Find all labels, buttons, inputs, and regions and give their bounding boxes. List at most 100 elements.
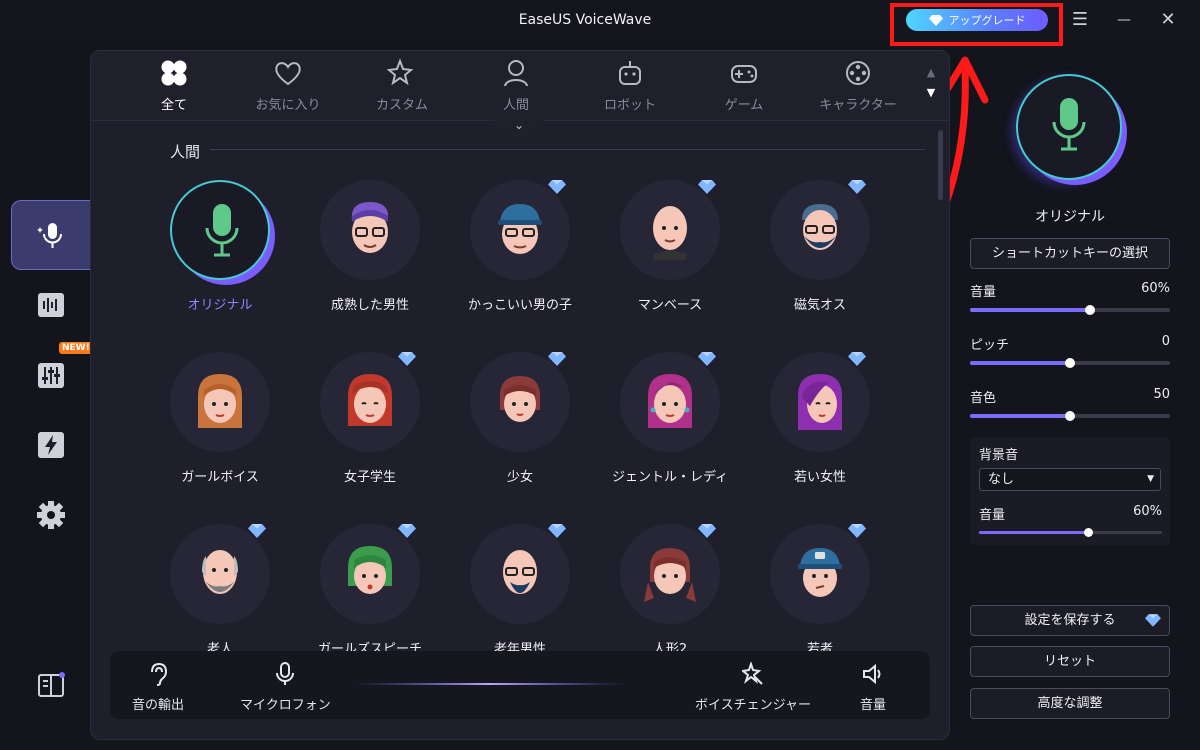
pitch-slider-thumb[interactable] [1065, 358, 1075, 368]
pitch-slider-track[interactable] [970, 358, 1170, 368]
timbre-slider-track[interactable] [970, 411, 1170, 421]
voice-avatar [320, 180, 420, 280]
voice-changer-button[interactable]: ボイスチェンジャー [695, 662, 811, 713]
premium-diamond-icon [248, 524, 266, 538]
sidebar-item-soundboard[interactable] [11, 270, 91, 340]
pitch-slider-value: 0 [1161, 334, 1170, 349]
equalizer-icon [38, 363, 64, 388]
green-hair-girl-avatar-icon [348, 546, 392, 594]
young-woman-avatar-icon [798, 374, 842, 430]
voice-card-man-bass[interactable]: マンベース [595, 180, 745, 313]
voice-card-mature-man[interactable]: 成熟した男性 [295, 180, 445, 313]
volume-slider-thumb[interactable] [1085, 305, 1095, 315]
tab-custom[interactable]: カスタム [352, 58, 452, 113]
tab-human[interactable]: 人間 [466, 58, 566, 113]
current-voice-name: オリジナル [1035, 209, 1105, 225]
voice-card-young-woman[interactable]: 若い女性 [745, 352, 895, 485]
person-icon [504, 60, 528, 87]
shortcut-key-button[interactable]: ショートカットキーの選択 [970, 238, 1170, 269]
tab-all[interactable]: 全て [124, 58, 224, 113]
heart-icon [275, 62, 301, 86]
voice-avatar [470, 352, 570, 452]
voice-list-scrollbar[interactable] [938, 130, 943, 200]
voice-card-cool-boy[interactable]: かっこいい男の子 [445, 180, 595, 313]
background-sound-select[interactable]: なし ▼ [979, 468, 1161, 491]
voice-avatar [470, 180, 570, 280]
timbre-slider-thumb[interactable] [1065, 411, 1075, 421]
menu-button[interactable]: ☰ [1066, 8, 1094, 32]
voice-card-elderly-male[interactable]: 老年男性 [445, 524, 595, 657]
voice-avatar [320, 524, 420, 624]
tab-game[interactable]: ゲーム [694, 58, 794, 113]
upgrade-button[interactable]: アップグレード [906, 9, 1048, 31]
voice-name: マンベース [637, 298, 703, 313]
sidebar-item-guide[interactable] [11, 650, 91, 720]
premium-diamond-icon [548, 524, 566, 538]
voice-card-youngster[interactable]: 若者 [745, 524, 895, 657]
tab-character[interactable]: キャラクター [808, 58, 908, 113]
tab-scroll-up-icon[interactable]: ▲ [922, 63, 940, 83]
voice-card-doll-2[interactable]: 人形2 [595, 524, 745, 657]
sparkle-mic-icon [36, 223, 62, 248]
voice-avatar [320, 352, 420, 452]
lightning-icon [38, 432, 64, 458]
voice-name: 磁気オス [793, 298, 846, 313]
old-man-avatar-icon [202, 550, 238, 594]
voice-card-magnetic-male[interactable]: 磁気オス [745, 180, 895, 313]
volume-slider-track[interactable] [970, 305, 1170, 315]
voice-name: かっこいい男の子 [467, 298, 572, 313]
save-settings-label: 設定を保存する [1024, 613, 1116, 628]
tab-scroll-down-icon[interactable]: ▼ [922, 83, 940, 103]
minimize-button[interactable]: — [1110, 8, 1138, 32]
tab-label: 人間 [502, 98, 529, 113]
tab-scroll-arrows[interactable]: ▲ ▼ [922, 63, 940, 103]
voice-avatar [620, 352, 720, 452]
audio-file-icon [38, 293, 64, 317]
sidebar-item-voice-changer[interactable] [11, 200, 91, 270]
tab-robot[interactable]: ロボット [580, 58, 680, 113]
sidebar-item-effects[interactable] [11, 410, 91, 480]
robot-icon [619, 61, 641, 85]
sidebar-item-mixer[interactable]: NEW! [11, 340, 93, 410]
volume-button[interactable]: 音量 [860, 662, 886, 713]
reset-button[interactable]: リセット [970, 646, 1170, 677]
tab-favorites[interactable]: お気に入り [238, 58, 338, 113]
star-wand-icon [387, 58, 414, 86]
voice-avatar [770, 352, 870, 452]
tab-label: お気に入り [255, 98, 321, 113]
save-settings-button[interactable]: 設定を保存する [970, 605, 1170, 636]
voice-name: 若い女性 [793, 470, 846, 485]
voice-card-girls-speech[interactable]: ガールズスピーチ [295, 524, 445, 657]
microphone-button[interactable]: マイクロフォン [240, 662, 331, 713]
sound-output-button[interactable]: 音の輸出 [132, 662, 184, 713]
voice-name: 少女 [506, 470, 533, 485]
voice-avatar [770, 180, 870, 280]
schoolgirl-avatar-icon [348, 374, 392, 426]
premium-diamond-icon [1145, 614, 1161, 627]
advanced-settings-button[interactable]: 高度な調整 [970, 688, 1170, 719]
bearded-man-avatar-icon [802, 204, 838, 250]
voice-name: ジェントル・レディ [611, 470, 729, 485]
voice-card-old-man[interactable]: 老人 [145, 524, 295, 657]
magic-wand-icon [741, 662, 763, 685]
background-volume-thumb[interactable] [1083, 528, 1093, 537]
tab-label: カスタム [375, 98, 428, 113]
timbre-slider-value: 50 [1153, 387, 1170, 402]
voice-avatar [170, 352, 270, 452]
voice-card-girl-voice[interactable]: ガールボイス [145, 352, 295, 485]
voice-card-young-girl[interactable]: 少女 [445, 352, 595, 485]
sidebar-item-settings[interactable] [11, 480, 91, 550]
close-button[interactable]: ✕ [1154, 8, 1182, 32]
new-badge: NEW! [59, 342, 93, 354]
background-volume-fill [979, 531, 1089, 534]
voice-card-gentle-lady[interactable]: ジェントル・レディ [595, 352, 745, 485]
premium-diamond-icon [698, 180, 716, 194]
lady-avatar-icon [648, 374, 692, 428]
audio-waveform [355, 683, 625, 685]
cool-boy-avatar-icon [498, 204, 542, 254]
voice-card-schoolgirl[interactable]: 女子学生 [295, 352, 445, 485]
voice-name: 女子学生 [343, 470, 396, 485]
voice-card-original[interactable]: オリジナル [145, 180, 295, 313]
premium-diamond-icon [848, 352, 866, 366]
background-volume-track[interactable] [979, 528, 1162, 537]
